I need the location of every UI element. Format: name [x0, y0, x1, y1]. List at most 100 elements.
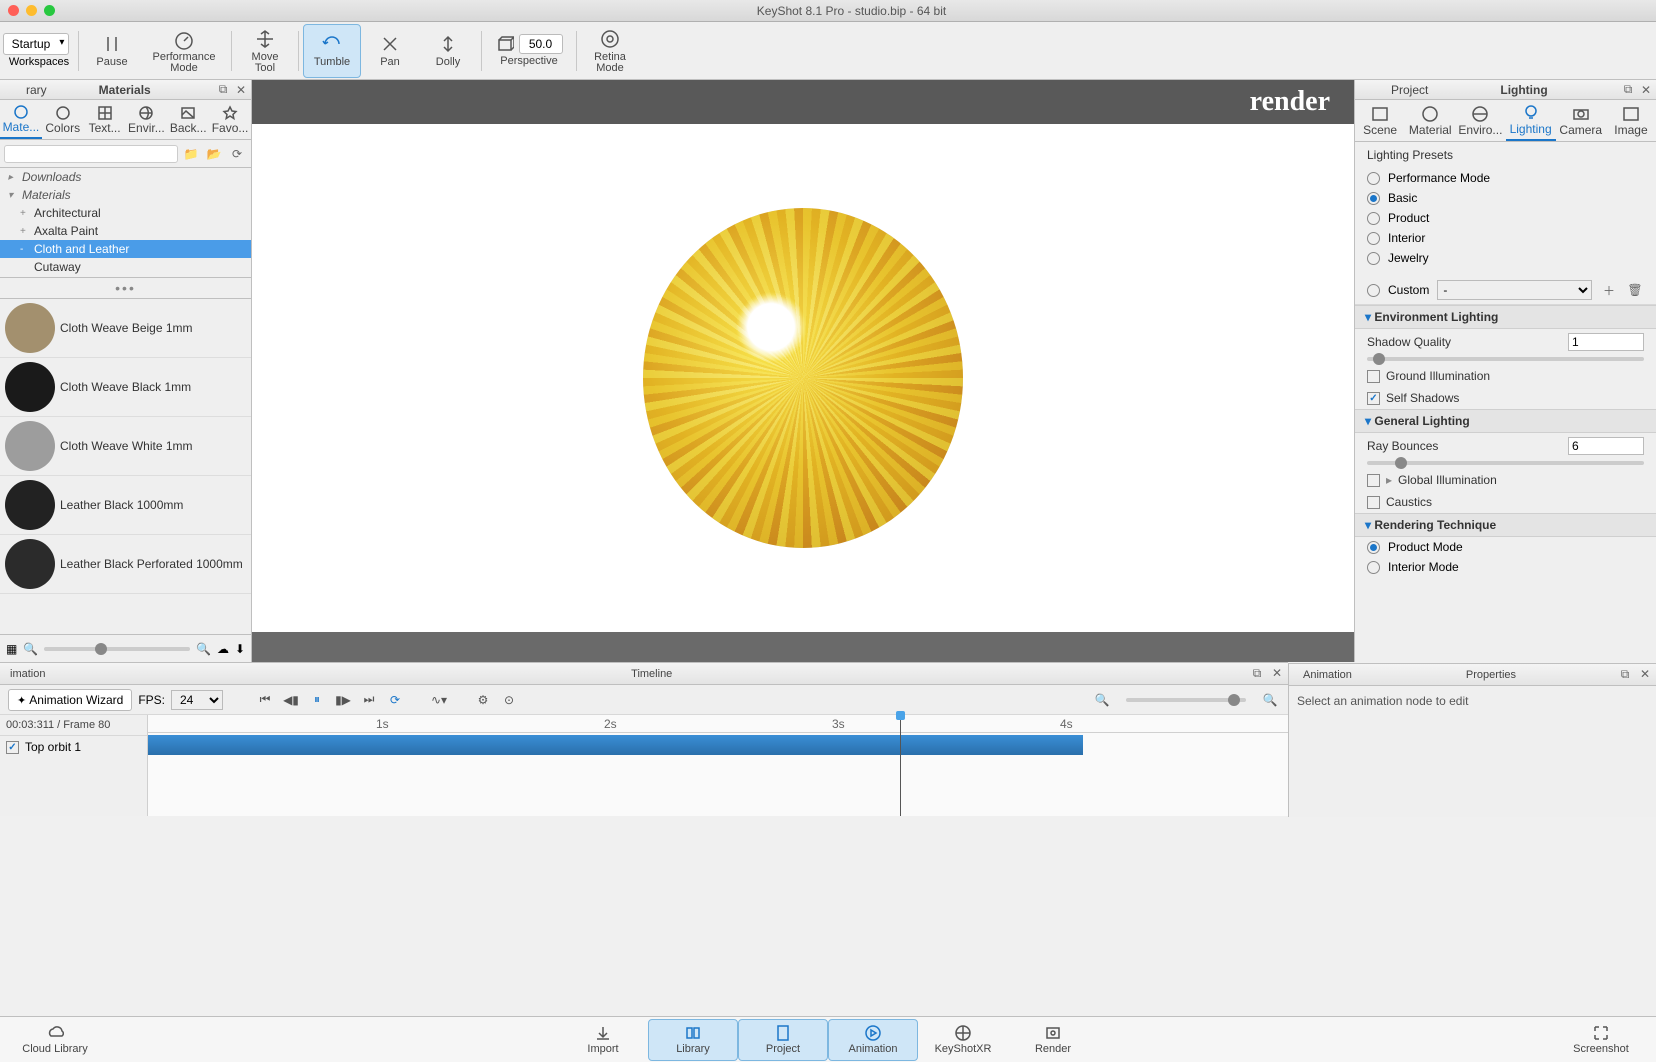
perspective-button[interactable]: Perspective [486, 24, 572, 78]
move-tool-button[interactable]: Move Tool [236, 24, 294, 78]
tree-item-cutaway[interactable]: Cutaway [0, 258, 251, 276]
tumble-button[interactable]: Tumble [303, 24, 361, 78]
material-thumb[interactable]: Cloth Weave Beige 1mm [0, 299, 251, 358]
splitter-handle[interactable]: ••• [0, 278, 251, 299]
preset-performance[interactable]: Performance Mode [1367, 168, 1644, 188]
rtab-camera[interactable]: Camera [1556, 100, 1606, 141]
tree-item-cloth-leather[interactable]: -Cloth and Leather [0, 240, 251, 258]
preset-interior[interactable]: Interior [1367, 228, 1644, 248]
rtab-material[interactable]: Material [1405, 100, 1455, 141]
retina-mode-button[interactable]: Retina Mode [581, 24, 639, 78]
timeline-clip[interactable] [148, 735, 1083, 755]
expand-icon[interactable]: ▸ [1386, 473, 1392, 487]
rtab-environment[interactable]: Enviro... [1455, 100, 1505, 141]
zoom-in-icon[interactable]: 🔍 [1260, 690, 1280, 710]
subtab-textures[interactable]: Text... [84, 100, 126, 139]
shadow-quality-input[interactable] [1568, 333, 1644, 351]
timeline-canvas[interactable]: 1s 2s 3s 4s [148, 715, 1288, 816]
tree-materials[interactable]: ▾Materials [0, 186, 251, 204]
subtab-materials[interactable]: Mate... [0, 100, 42, 139]
timeline-track-row[interactable]: Top orbit 1 [0, 736, 147, 758]
self-shadows-check[interactable] [1367, 392, 1380, 405]
global-illum-check[interactable] [1367, 474, 1380, 487]
pause-button[interactable]: Pause [83, 24, 141, 78]
step-back-icon[interactable]: ◀▮ [281, 690, 301, 710]
render-button[interactable]: Render [1008, 1019, 1098, 1061]
library-tab-materials[interactable]: Materials [73, 83, 177, 97]
loop-icon[interactable]: ⟳ [385, 690, 405, 710]
cloud-icon[interactable]: ☁ [217, 642, 229, 656]
dolly-button[interactable]: Dolly [419, 24, 477, 78]
folder-out-icon[interactable]: 📂 [204, 147, 224, 161]
subtab-favorites[interactable]: Favo... [209, 100, 251, 139]
download-icon[interactable]: ⬇ [235, 642, 245, 656]
refresh-icon[interactable]: ⟳ [227, 147, 247, 161]
subtab-backplates[interactable]: Back... [167, 100, 209, 139]
close-panel-icon[interactable]: ✕ [1268, 666, 1286, 681]
ground-illum-check[interactable] [1367, 370, 1380, 383]
performance-mode-button[interactable]: Performance Mode [141, 24, 227, 78]
project-button[interactable]: Project [738, 1019, 828, 1061]
tree-item-architectural[interactable]: +Architectural [0, 204, 251, 222]
timeline-tab-timeline[interactable]: Timeline [55, 668, 1248, 680]
screenshot-button[interactable]: Screenshot [1556, 1019, 1646, 1061]
skip-end-icon[interactable]: ⏭ [359, 690, 379, 710]
undock-icon[interactable]: ⧉ [1248, 666, 1266, 681]
track-enable-check[interactable] [6, 741, 19, 754]
render-viewport[interactable]: render [252, 80, 1354, 662]
grid-view-icon[interactable]: ▦ [6, 642, 17, 656]
custom-preset-select[interactable]: - [1437, 280, 1592, 300]
props-tab-properties[interactable]: Properties [1366, 669, 1616, 681]
playhead[interactable] [900, 715, 901, 816]
close-panel-icon[interactable]: ✕ [1638, 82, 1654, 98]
minimize-window-icon[interactable] [26, 5, 37, 16]
close-window-icon[interactable] [8, 5, 19, 16]
tech-product[interactable]: Product Mode [1367, 537, 1644, 557]
maximize-window-icon[interactable] [44, 5, 55, 16]
zoom-out-icon[interactable]: 🔍 [1092, 690, 1112, 710]
folder-in-icon[interactable]: 📁 [181, 147, 201, 161]
ray-bounces-slider[interactable] [1367, 461, 1644, 465]
undock-icon[interactable]: ⧉ [1620, 82, 1636, 98]
material-search-input[interactable] [4, 145, 178, 163]
close-panel-icon[interactable]: ✕ [1636, 667, 1654, 682]
preset-product[interactable]: Product [1367, 208, 1644, 228]
close-panel-icon[interactable]: ✕ [233, 82, 249, 98]
props-tab-animation[interactable]: Animation [1289, 669, 1366, 681]
undock-icon[interactable]: ⧉ [1616, 667, 1634, 682]
rtab-image[interactable]: Image [1606, 100, 1656, 141]
step-fwd-icon[interactable]: ▮▶ [333, 690, 353, 710]
cloud-library-button[interactable]: Cloud Library [10, 1019, 100, 1061]
fps-select[interactable]: 24 [171, 690, 223, 710]
material-thumb[interactable]: Leather Black Perforated 1000mm [0, 535, 251, 594]
keyshotxr-button[interactable]: KeyShotXR [918, 1019, 1008, 1061]
tree-item-axalta[interactable]: +Axalta Paint [0, 222, 251, 240]
add-preset-icon[interactable]: ＋ [1600, 282, 1618, 299]
ray-bounces-input[interactable] [1568, 437, 1644, 455]
animation-wizard-button[interactable]: ✦ Animation Wizard [8, 689, 132, 711]
project-tab-lighting[interactable]: Lighting [1464, 83, 1583, 97]
project-tab-project[interactable]: Project [1355, 83, 1464, 97]
tree-downloads[interactable]: ▸Downloads [0, 168, 251, 186]
library-tab-rary[interactable]: rary [0, 83, 73, 97]
play-pause-icon[interactable]: ⏸ [307, 690, 327, 710]
zoom-out-icon[interactable]: 🔍 [23, 642, 38, 656]
tech-interior[interactable]: Interior Mode [1367, 557, 1644, 577]
workspace-dropdown[interactable]: Startup [3, 33, 70, 55]
delete-preset-icon[interactable]: 🗑 [1626, 283, 1644, 297]
zoom-in-icon[interactable]: 🔍 [196, 642, 211, 656]
caustics-check[interactable] [1367, 496, 1380, 509]
shadow-quality-slider[interactable] [1367, 357, 1644, 361]
rtab-scene[interactable]: Scene [1355, 100, 1405, 141]
env-lighting-header[interactable]: Environment Lighting [1355, 305, 1656, 329]
preset-custom[interactable]: Custom [1367, 280, 1429, 300]
skip-start-icon[interactable]: ⏮ [255, 690, 275, 710]
general-lighting-header[interactable]: General Lighting [1355, 409, 1656, 433]
rtab-lighting[interactable]: Lighting [1506, 100, 1556, 141]
material-thumb[interactable]: Cloth Weave White 1mm [0, 417, 251, 476]
timeline-tab-animation[interactable]: imation [0, 668, 55, 680]
material-thumb[interactable]: Leather Black 1000mm [0, 476, 251, 535]
timeline-zoom-slider[interactable] [1126, 698, 1246, 702]
preset-basic[interactable]: Basic [1367, 188, 1644, 208]
settings-icon[interactable]: ⚙ [473, 690, 493, 710]
